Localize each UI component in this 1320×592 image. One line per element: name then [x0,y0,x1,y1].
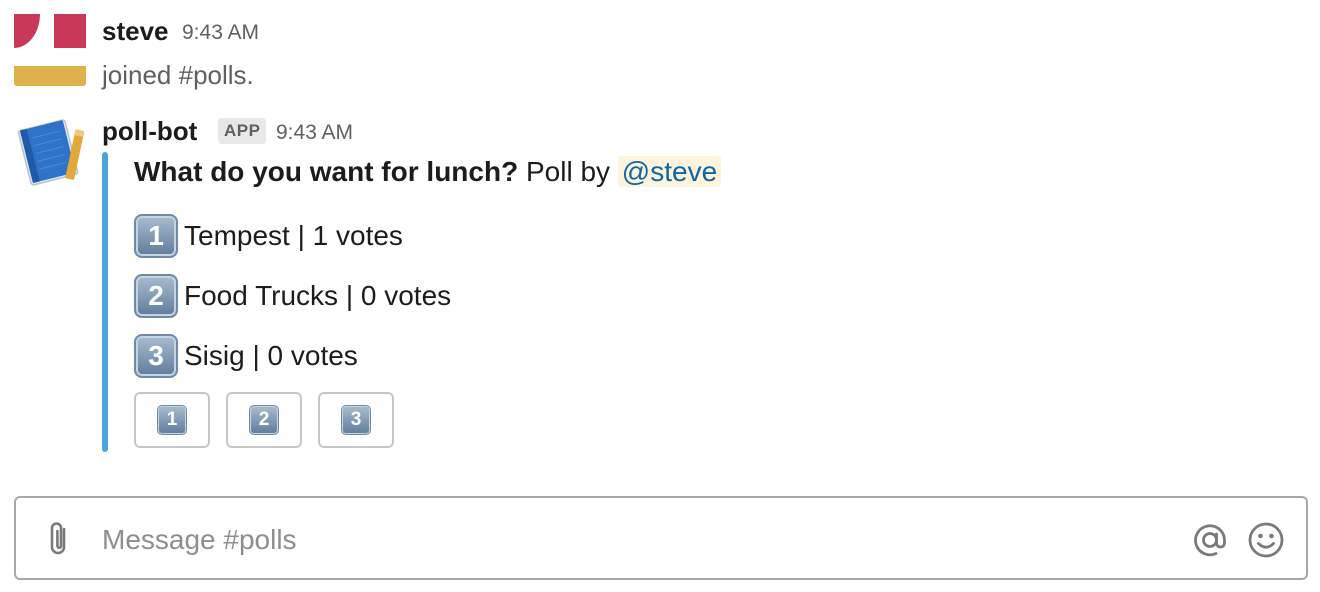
vote-button-1[interactable]: 1 [134,392,210,448]
poll-option: 1 Tempest | 1 votes [134,213,403,259]
poll-title: What do you want for lunch? Poll by @ste… [134,156,722,188]
keycap-1-icon: 1 [134,214,178,258]
attachment-bar [102,152,108,452]
poll-question: What do you want for lunch? [134,156,519,187]
message-composer [14,496,1308,580]
poll-option-label: Sisig | 0 votes [184,340,358,371]
poll-option: 2 Food Trucks | 0 votes [134,273,451,319]
avatar-steve[interactable] [14,14,86,86]
message-input[interactable] [102,518,1162,562]
sender-name[interactable]: poll-bot [102,116,197,147]
poll-by-text: Poll by [525,156,611,187]
vote-button-3[interactable]: 3 [318,392,394,448]
avatar-poll-bot[interactable] [14,116,86,188]
at-sign-icon[interactable] [1190,520,1230,560]
message-text: joined #polls. [102,60,254,90]
keycap-2-icon: 2 [134,274,178,318]
message-timestamp[interactable]: 9:43 AM [182,21,259,45]
app-badge: APP [218,118,267,144]
vote-button-2[interactable]: 2 [226,392,302,448]
keycap-2-icon: 2 [249,405,279,435]
smiley-icon[interactable] [1246,520,1286,560]
poll-option: 3 Sisig | 0 votes [134,333,358,379]
keycap-3-icon: 3 [341,405,371,435]
message-timestamp[interactable]: 9:43 AM [276,121,353,145]
notebook-icon [17,119,85,186]
paperclip-icon[interactable] [44,520,74,558]
poll-option-label: Tempest | 1 votes [184,220,403,251]
user-mention[interactable]: @steve [617,156,722,187]
keycap-1-icon: 1 [157,405,187,435]
keycap-3-icon: 3 [134,334,178,378]
poll-option-label: Food Trucks | 0 votes [184,280,452,311]
sender-name[interactable]: steve [102,16,169,47]
